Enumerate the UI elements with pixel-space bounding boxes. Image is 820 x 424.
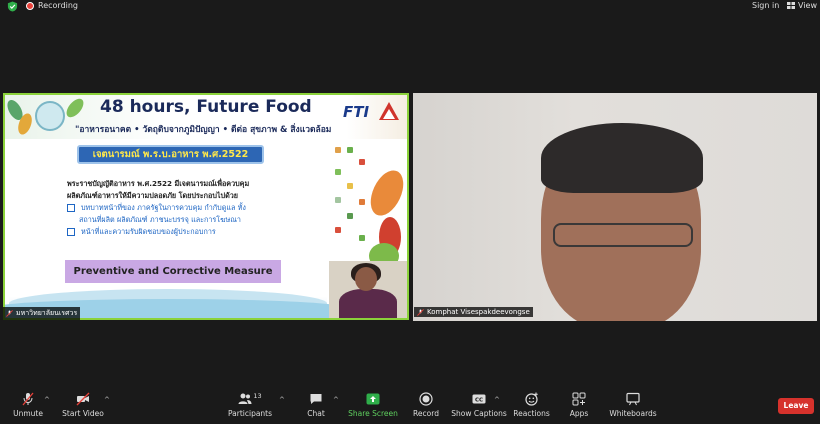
captions-icon: CC [472,394,486,404]
show-captions-button[interactable]: CC Show Captions [451,384,507,424]
share-screen-icon [366,393,380,405]
whiteboard-icon [626,392,640,406]
leaf-decoration [63,95,87,121]
record-icon [419,392,433,406]
mic-muted-icon [22,392,34,406]
participant-video-tile[interactable] [413,93,817,321]
svg-text:CC: CC [475,398,483,404]
chat-label: Chat [307,409,325,418]
mic-off-icon [417,308,424,316]
apps-label: Apps [569,409,589,418]
slide-paragraph-line: ผลิตภัณฑ์อาหารให้มีความปลอดภัย โดยประกอบ… [67,191,238,200]
recording-label: Recording [38,1,79,10]
chat-button[interactable]: Chat [307,384,325,424]
meeting-toolbar: Unmute ^ Start Video ^ 13 Participants ^… [0,384,820,424]
record-label: Record [413,409,439,418]
bullet-text: บทบาทหน้าที่ของ ภาครัฐในการควบคุม กำกับด… [81,203,246,212]
unmute-button[interactable]: Unmute [13,384,43,424]
chat-icon [310,394,322,404]
person-body [339,289,397,318]
person-hair [541,123,703,193]
food-decoration [329,139,407,279]
reactions-button[interactable]: Reactions [513,384,550,424]
person-head [355,267,377,291]
banner-subtitle: "อาหารอนาคต • วัตถุดิบจากภูมิปัญญา • ดีต… [75,125,332,135]
apps-button[interactable]: Apps [569,384,589,424]
checkbox-bullet-icon [67,228,75,236]
slide-content: เจตนารมณ์ พ.ร.บ.อาหาร พ.ศ.2522 พระราชบัญ… [5,139,349,318]
recording-indicator[interactable]: Recording [26,1,78,10]
participants-button[interactable]: 13 Participants [227,384,273,424]
measure-box: Preventive and Corrective Measure [65,260,281,283]
shield-icon[interactable] [7,1,18,12]
view-button[interactable]: View [787,1,817,10]
bullet-text-continued: สถานที่ผลิต ผลิตภัณฑ์ ภาชนะบรรจุ และการโ… [79,215,241,224]
checkbox-bullet-icon [67,204,75,212]
slide-bullet: บทบาทหน้าที่ของ ภาครัฐในการควบคุม กำกับด… [67,203,246,214]
start-video-label: Start Video [62,409,104,418]
top-bar: Recording Sign in View [0,0,820,14]
presenter-video-pip [329,261,407,318]
recording-dot-icon [26,1,34,10]
chevron-up-icon[interactable]: ^ [104,396,110,404]
view-label: View [798,1,817,10]
fti-logo-text: FTI [343,103,370,121]
fti-logo-inner [383,109,395,119]
participants-icon [238,393,252,404]
whiteboards-button[interactable]: Whiteboards [609,384,657,424]
slide-bullet: หน้าที่และความรับผิดชอบของผู้ประกอบการ [67,227,216,238]
video-off-icon [76,392,90,406]
participants-count: 13 [253,392,262,400]
sign-in-link[interactable]: Sign in [752,1,779,10]
slide-heading: เจตนารมณ์ พ.ร.บ.อาหาร พ.ศ.2522 [77,145,264,164]
bullet-text: หน้าที่และความรับผิดชอบของผู้ประกอบการ [81,227,216,236]
university-logo [35,101,65,131]
unmute-label: Unmute [13,409,43,418]
reactions-label: Reactions [513,409,550,418]
grid-icon [787,2,795,9]
share-screen-button[interactable]: Share Screen [348,384,398,424]
chevron-up-icon[interactable]: ^ [44,396,50,404]
start-video-button[interactable]: Start Video [62,384,104,424]
show-captions-label: Show Captions [451,409,507,418]
slide-banner: 48 hours, Future Food "อาหารอนาคต • วัตถ… [5,95,407,139]
participant-name-tag: มหาวิทยาลัยนเรศวร [3,307,81,320]
chevron-up-icon[interactable]: ^ [494,396,500,404]
leave-button[interactable]: Leave [778,398,814,414]
participant-name: Komphat Visespakdeevongse [427,308,530,316]
chevron-up-icon[interactable]: ^ [279,396,285,404]
participant-name-tag: Komphat Visespakdeevongse [414,307,533,317]
chevron-up-icon[interactable]: ^ [333,396,339,404]
whiteboards-label: Whiteboards [609,409,657,418]
glasses [553,223,693,247]
share-screen-label: Share Screen [348,409,398,418]
apps-icon [572,392,586,406]
mic-off-icon [6,310,13,317]
reaction-smiley-icon [524,392,538,406]
slide-paragraph-line: พระราชบัญญัติอาหาร พ.ศ.2522 มีเจตนารมณ์เ… [67,179,250,188]
participants-label: Participants [227,409,273,418]
participant-name: มหาวิทยาลัยนเรศวร [16,309,78,317]
record-button[interactable]: Record [413,384,439,424]
banner-title: 48 hours, Future Food [100,97,312,117]
shared-screen-tile[interactable]: 48 hours, Future Food "อาหารอนาคต • วัตถ… [3,93,409,320]
